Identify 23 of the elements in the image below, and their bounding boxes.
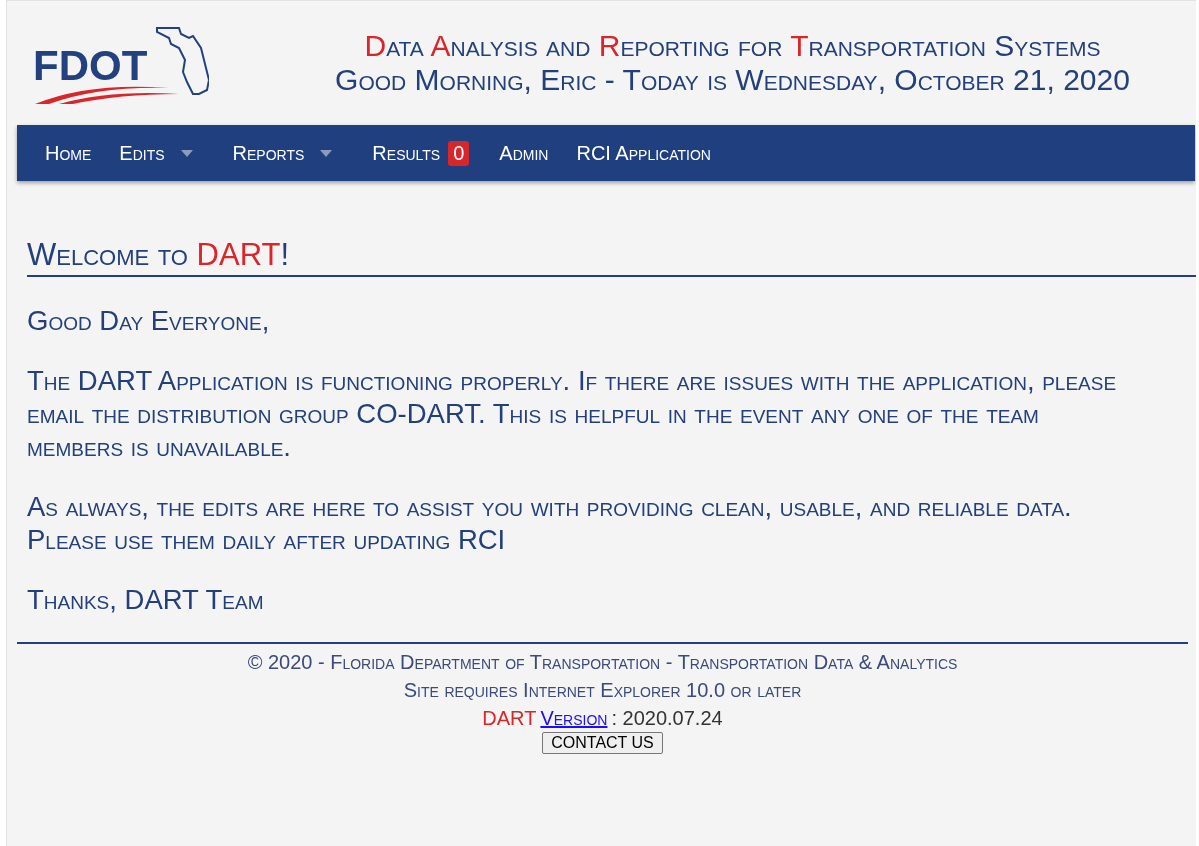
copyright-text: © 2020 - Florida Department of Transportation - Transportation Data & Analytics xyxy=(246,650,959,675)
count-badge: 0 xyxy=(448,140,470,166)
nav-link[interactable]: Results xyxy=(368,141,445,165)
message-paragraph: The DART Application is functioning properly. If there are issues with the application, please email the distribution group CO-DART. This is helpful in the event any one of the team members is unavailable. xyxy=(27,364,1118,463)
contact-button[interactable]: CONTACT US xyxy=(542,732,663,754)
message-paragraph: Good Day Everyone, xyxy=(27,304,271,337)
nav-link[interactable]: Edits xyxy=(115,141,197,165)
caret-icon xyxy=(180,149,193,157)
caret-icon xyxy=(320,149,333,157)
message-paragraph: Thanks, DART Team xyxy=(27,583,265,616)
version-number: : 2020.07.24 xyxy=(611,707,723,729)
greeting-text: Good Morning, Eric - Today is Wednesday, October 21, 2020 xyxy=(334,63,1131,97)
requirement-text: Site requires Internet Explorer 10.0 or later xyxy=(402,678,803,703)
fdot-logo: FDOT xyxy=(29,24,209,106)
site-title: Data Analysis and Reporting for Transportation Systems xyxy=(363,29,1102,63)
nav-link[interactable]: RCI Application xyxy=(572,141,715,165)
nav-link[interactable]: Admin xyxy=(495,141,553,165)
brand-text: DART xyxy=(482,707,537,729)
message-paragraph: As always, the edits are here to assist you with providing clean, usable, and reliable data. Please use them daily after updating RCI xyxy=(27,490,1073,556)
nav-link[interactable]: Reports xyxy=(228,141,337,165)
version-link[interactable]: Version xyxy=(540,707,608,729)
welcome-heading: Welcome to DART! xyxy=(27,237,1196,277)
nav-link[interactable]: Home xyxy=(41,141,96,165)
